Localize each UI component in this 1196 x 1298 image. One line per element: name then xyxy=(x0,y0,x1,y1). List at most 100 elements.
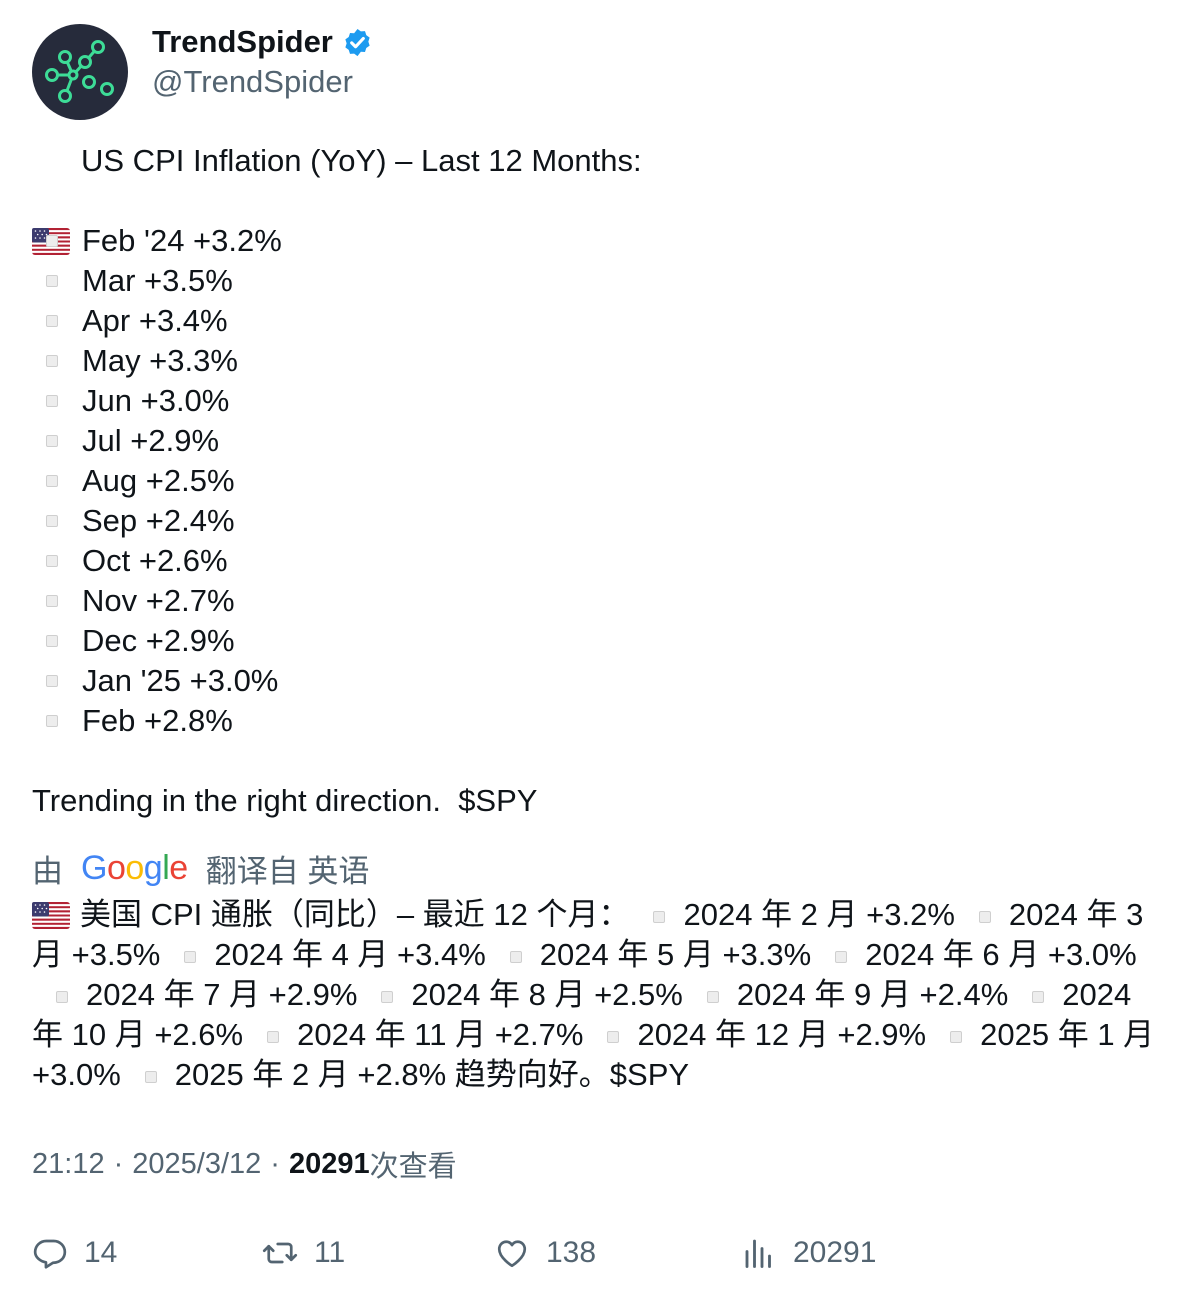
cpi-item-text: Jan '25 +3.0% xyxy=(82,663,279,698)
name-row: TrendSpider xyxy=(152,24,373,60)
retweet-icon xyxy=(262,1242,298,1264)
handle[interactable]: @TrendSpider xyxy=(152,64,353,100)
cpi-list-item: Jul +2.9% xyxy=(32,421,1162,461)
cpi-list-item: Jun +3.0% xyxy=(32,381,1162,421)
reply-button[interactable]: 14 xyxy=(32,1230,117,1276)
bullet-icon xyxy=(950,1030,963,1043)
bullet-icon xyxy=(46,235,58,247)
bullet-icon xyxy=(706,990,719,1003)
headline-text: US CPI Inflation (YoY) – Last 12 Months: xyxy=(81,143,642,178)
us-flag-icon xyxy=(32,148,70,255)
bullet-icon xyxy=(653,910,666,923)
cpi-list-item: May +3.3% xyxy=(32,341,1162,381)
bullet-icon xyxy=(607,1030,620,1043)
views-button[interactable]: 20291 xyxy=(741,1230,876,1276)
cpi-item-text: Apr +3.4% xyxy=(82,303,228,338)
translated-item: 2024 年 8 月 +2.5% xyxy=(411,977,683,1012)
like-count: 138 xyxy=(546,1236,597,1269)
tweet-time[interactable]: 21:12 xyxy=(32,1148,105,1181)
cpi-list-item: Oct +2.6% xyxy=(32,541,1162,581)
google-logo-icon: Google xyxy=(81,848,188,887)
analytics-icon xyxy=(745,1239,771,1268)
bullet-icon xyxy=(46,395,58,407)
cpi-item-text: May +3.3% xyxy=(82,343,238,378)
tweet-headline: US CPI Inflation (YoY) – Last 12 Months: xyxy=(32,141,1162,255)
tweet-header: TrendSpider @TrendSpider xyxy=(32,24,1162,120)
cpi-item-text: Nov +2.7% xyxy=(82,583,235,618)
trendspider-logo-icon xyxy=(45,40,114,103)
bullet-icon xyxy=(978,910,991,923)
views-label: 次查看 xyxy=(369,1151,457,1183)
retweet-button[interactable]: 11 xyxy=(262,1230,345,1276)
bullet-icon xyxy=(46,275,58,287)
cpi-list-item: Nov +2.7% xyxy=(32,581,1162,621)
translated-item: 2025 年 2 月 +2.8% 趋势向好。$SPY xyxy=(174,1057,690,1092)
translated-item: 2024 年 7 月 +2.9% xyxy=(86,977,358,1012)
bullet-icon xyxy=(184,950,197,963)
translation-suffix[interactable]: 翻译自 英语 xyxy=(206,846,370,891)
cpi-item-text: Dec +2.9% xyxy=(82,623,235,658)
verified-badge-icon[interactable] xyxy=(342,27,373,58)
translated-text: 美国 CPI 通胀（同比）– 最近 12 个月： 2024 年 2 月 +3.2%… xyxy=(32,895,1162,1095)
translated-item: 2024 年 9 月 +2.4% xyxy=(736,977,1009,1012)
bullet-icon xyxy=(46,555,58,567)
like-button[interactable]: 138 xyxy=(494,1230,596,1276)
bullet-icon xyxy=(144,1070,157,1083)
translated-item: 2024 年 12 月 +2.9% xyxy=(637,1017,927,1052)
heart-icon xyxy=(497,1240,527,1268)
bullet-icon xyxy=(267,1030,280,1043)
meta-separator: · xyxy=(270,1147,280,1180)
cpi-list-item: Aug +2.5% xyxy=(32,461,1162,501)
cpi-item-text: Feb +2.8% xyxy=(82,703,233,738)
bullet-icon xyxy=(46,435,58,447)
bullet-icon xyxy=(46,515,58,527)
cpi-item-text: Feb '24 +3.2% xyxy=(82,223,282,258)
cpi-list-item: Dec +2.9% xyxy=(32,621,1162,661)
bullet-icon xyxy=(46,355,58,367)
translated-item: 2024 年 4 月 +3.4% xyxy=(214,937,486,972)
action-bar: 14 11 138 20291 xyxy=(32,1230,1162,1276)
bullet-icon xyxy=(46,715,58,727)
cpi-list-item: Apr +3.4% xyxy=(32,301,1162,341)
cpi-item-text: Mar +3.5% xyxy=(82,263,233,298)
bullet-icon xyxy=(509,950,522,963)
bullet-icon xyxy=(835,950,848,963)
cpi-item-text: Oct +2.6% xyxy=(82,543,228,578)
translation-attribution: 由 Google 翻译自 英语 xyxy=(32,846,369,890)
cpi-list: Feb '24 +3.2% Mar +3.5% Apr +3.4% May +3.3%… xyxy=(32,221,1162,741)
cpi-item-text: Jul +2.9% xyxy=(82,423,220,458)
tweet-text: US CPI Inflation (YoY) – Last 12 Months:… xyxy=(32,141,1162,821)
bullet-icon xyxy=(1032,990,1045,1003)
cpi-list-item: Feb '24 +3.2% xyxy=(32,221,1162,261)
retweet-count: 11 xyxy=(314,1236,346,1269)
bullet-icon xyxy=(56,990,68,1003)
cpi-list-item: Feb +2.8% xyxy=(32,701,1162,741)
bullet-icon xyxy=(46,475,58,487)
translation-prefix: 由 xyxy=(32,853,63,889)
cpi-list-item: Sep +2.4% xyxy=(32,501,1162,541)
meta-separator: · xyxy=(113,1147,124,1180)
translated-item: 2024 年 5 月 +3.3% xyxy=(539,937,812,972)
bullet-icon xyxy=(381,990,394,1003)
translated-item: 2024 年 11 月 +2.7% xyxy=(297,1017,584,1052)
translated-item: 2024 年 6 月 +3.0% xyxy=(865,937,1137,972)
translated-item: 2024 年 2 月 +3.2% xyxy=(683,897,955,932)
bullet-icon xyxy=(46,315,58,327)
tweet-meta: 21:12 · 2025/3/12 · 20291 次查看 xyxy=(32,1144,457,1184)
tweet-date[interactable]: 2025/3/12 xyxy=(132,1148,261,1181)
bullet-icon xyxy=(46,595,58,607)
views-action-count: 20291 xyxy=(793,1236,877,1269)
display-name[interactable]: TrendSpider xyxy=(152,24,333,60)
reply-count: 14 xyxy=(84,1236,118,1269)
cpi-list-item: Jan '25 +3.0% xyxy=(32,661,1162,701)
cpi-item-text: Jun +3.0% xyxy=(82,383,230,418)
cpi-list-item: Mar +3.5% xyxy=(32,261,1162,301)
closing-text: Trending in the right direction. $SPY xyxy=(32,783,538,818)
bullet-icon xyxy=(46,635,58,647)
cpi-item-text: Sep +2.4% xyxy=(82,503,235,538)
avatar[interactable] xyxy=(32,24,128,120)
views-count: 20291 xyxy=(288,1147,370,1180)
us-flag-icon xyxy=(32,902,70,929)
translated-headline: 美国 CPI 通胀（同比）– 最近 12 个月： xyxy=(80,897,630,932)
bullet-icon xyxy=(46,675,58,687)
